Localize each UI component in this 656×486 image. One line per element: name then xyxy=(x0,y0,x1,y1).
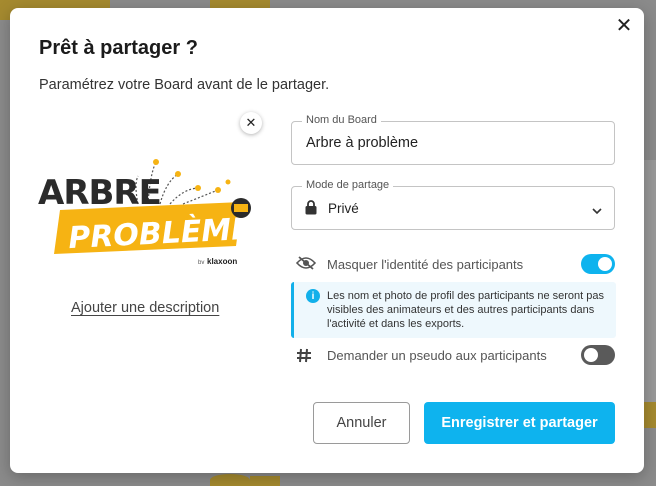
hash-icon xyxy=(296,348,312,368)
eye-off-icon xyxy=(295,256,317,275)
remove-logo-button[interactable]: ✕ xyxy=(240,112,262,134)
dialog-subtitle: Paramétrez votre Board avant de le parta… xyxy=(39,77,330,93)
info-text: Les nom et photo de profil des participa… xyxy=(327,290,605,330)
logo-by: by xyxy=(198,260,204,264)
info-icon: i xyxy=(306,289,320,303)
toggle-knob xyxy=(598,257,612,271)
ask-pseudo-label: Demander un pseudo aux participants xyxy=(327,348,547,363)
dialog-title: Prêt à partager ? xyxy=(39,37,198,59)
share-mode-select[interactable]: Mode de partage Privé xyxy=(291,179,615,230)
logo-brand: klaxoon xyxy=(207,257,237,264)
board-name-label: Nom du Board xyxy=(302,114,381,126)
add-description-link[interactable]: Ajouter une description xyxy=(71,300,219,316)
share-mode-label: Mode de partage xyxy=(302,179,394,191)
close-icon: ✕ xyxy=(245,115,257,130)
info-banner: i Les nom et photo de profil des partici… xyxy=(291,282,616,338)
board-name-input[interactable]: Arbre à problème xyxy=(306,135,418,151)
share-mode-value: Privé xyxy=(328,201,359,216)
bg-shape xyxy=(250,476,280,486)
bg-shape xyxy=(644,402,656,428)
hide-identity-label: Masquer l'identité des participants xyxy=(327,257,524,272)
board-logo-image: ARBRE PROBLÈME by klaxoon xyxy=(38,159,253,266)
board-name-field[interactable]: Nom du Board Arbre à problème xyxy=(291,114,615,165)
hide-identity-toggle[interactable] xyxy=(581,254,615,274)
chevron-down-icon xyxy=(592,202,602,220)
board-logo: ARBRE PROBLÈME by klaxoon xyxy=(38,154,258,266)
close-icon[interactable]: ✕ xyxy=(614,15,634,37)
cancel-button[interactable]: Annuler xyxy=(313,402,410,444)
ask-pseudo-toggle[interactable] xyxy=(581,345,615,365)
toggle-knob xyxy=(584,348,598,362)
lock-icon xyxy=(305,200,317,220)
save-and-share-button[interactable]: Enregistrer et partager xyxy=(424,402,615,444)
share-dialog: ✕ Prêt à partager ? Paramétrez votre Boa… xyxy=(10,8,644,473)
bg-shape xyxy=(210,474,250,486)
